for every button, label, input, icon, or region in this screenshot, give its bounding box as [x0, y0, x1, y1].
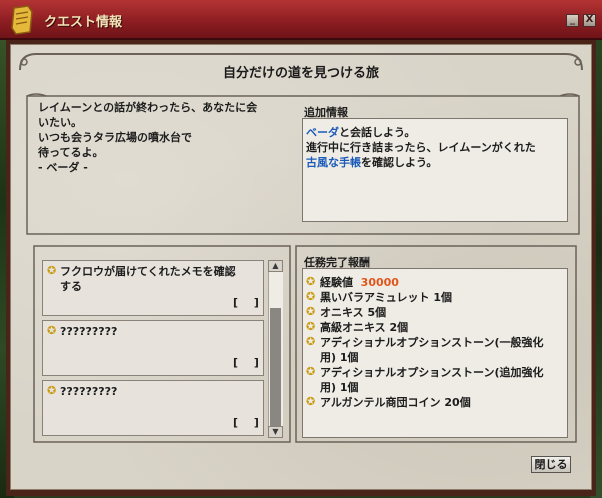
info-line2: 進行中に行き詰まったら、レイムーンがくれた [306, 141, 536, 154]
task-text: ????????? [60, 384, 260, 399]
exp-value: 30000 [360, 276, 399, 289]
additional-info-text: ベーダと会話しよう。 進行中に行き詰まったら、レイムーンがくれた 古風な手帳を確… [306, 125, 536, 170]
description-line: 待ってるよ。 [38, 146, 104, 159]
title-bar[interactable]: クエスト情報 _ X [0, 0, 602, 40]
reward-item: アディショナルオプションストーン(追加強化 用) 1個 [320, 365, 544, 395]
reward-item: 黒いバラアミュレット 1個 [320, 291, 453, 304]
star-icon: ✪ [306, 365, 316, 378]
scroll-icon [11, 5, 33, 35]
task-text-line: する [60, 280, 82, 293]
info-line1-rest: と会話しよう。 [339, 126, 416, 139]
description-line: いたい。 [38, 116, 82, 129]
beda-link[interactable]: ベーダ [306, 126, 339, 139]
quest-description: レイムーンとの話が終わったら、あなたに会 いたい。 いつも会うタラ広場の噴水台で… [38, 100, 288, 175]
task-text: ????????? [60, 324, 260, 339]
close-button[interactable]: 閉じる [531, 456, 571, 473]
task-status: [ ] [233, 356, 265, 369]
task-status: [ ] [233, 416, 265, 429]
minimize-button[interactable]: _ [566, 14, 579, 27]
task-text-line: ????????? [60, 325, 118, 338]
scroll-down-icon[interactable]: ▼ [268, 426, 283, 438]
reward-item: アディショナルオプションストーン(一般強化 用) 1個 [320, 335, 544, 365]
scroll-up-icon[interactable]: ▲ [268, 260, 283, 272]
scroll-thumb[interactable] [270, 308, 281, 426]
reward-item: アルガンテル商団コイン 20個 [320, 396, 471, 409]
reward-label: 用) 1個 [320, 351, 359, 364]
reward-label: 用) 1個 [320, 381, 359, 394]
info-line3-rest: を確認しよう。 [361, 156, 438, 169]
reward-label: アディショナルオプションストーン(追加強化 [320, 366, 544, 379]
reward-item: オニキス 5個 [320, 306, 387, 319]
star-icon: ✪ [306, 275, 316, 288]
quest-window: クエスト情報 _ X 自分だけの道を見つける旅 レイムーンとの話が終わったら、あ… [0, 0, 602, 498]
description-line: レイムーンとの話が終わったら、あなたに会 [38, 101, 258, 114]
close-window-button[interactable]: X [583, 14, 596, 27]
description-line: いつも会うタラ広場の噴水台で [38, 131, 192, 144]
star-icon: ✪ [306, 395, 316, 408]
notebook-link[interactable]: 古風な手帳 [306, 156, 361, 169]
reward-item: 高級オニキス 2個 [320, 321, 409, 334]
star-icon: ✪ [47, 384, 57, 397]
star-icon: ✪ [47, 324, 57, 337]
quest-title: 自分だけの道を見つける旅 [222, 66, 379, 81]
star-icon: ✪ [306, 290, 316, 303]
star-icon: ✪ [47, 264, 57, 277]
task-text-line: ????????? [60, 385, 118, 398]
reward-label: アディショナルオプションストーン(一般強化 [320, 336, 544, 349]
window-title: クエスト情報 [44, 15, 123, 30]
task-status: [ ] [233, 296, 265, 309]
description-line: - ベーダ - [38, 161, 88, 174]
star-icon: ✪ [306, 320, 316, 333]
star-icon: ✪ [306, 335, 316, 348]
task-text-line: フクロウが届けてくれたメモを確認 [60, 265, 236, 278]
reward-item: 経験値 30000 [320, 275, 399, 290]
reward-label: 経験値 [320, 276, 353, 289]
task-text: フクロウが届けてくれたメモを確認 する [60, 264, 260, 294]
star-icon: ✪ [306, 305, 316, 318]
